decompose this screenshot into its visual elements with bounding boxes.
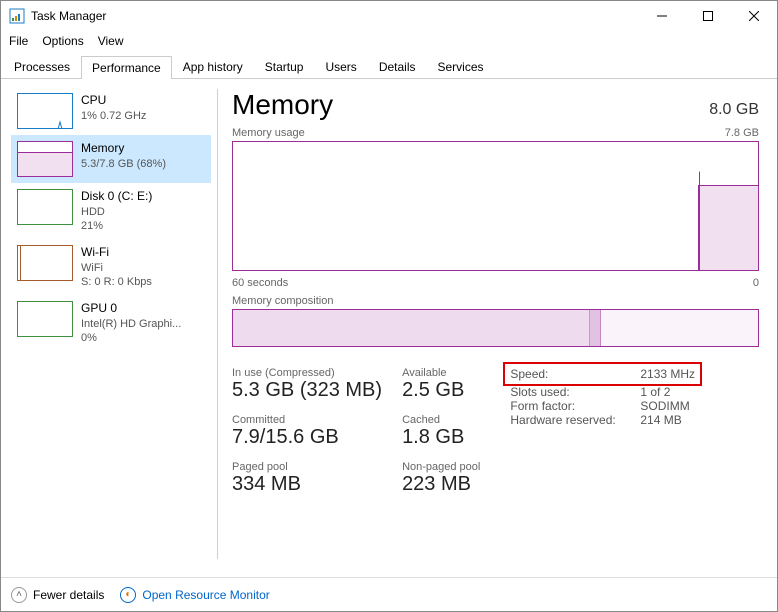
memory-title: Memory: [81, 141, 166, 157]
wifi-title: Wi-Fi: [81, 245, 152, 261]
nonpaged-value: 223 MB: [402, 473, 480, 496]
usage-label: Memory usage: [232, 127, 305, 139]
wifi-sub1: WiFi: [81, 261, 152, 275]
vertical-divider: [217, 89, 218, 559]
disk-title: Disk 0 (C: E:): [81, 189, 152, 205]
resource-monitor-icon: ◐: [120, 587, 136, 603]
sidebar-item-gpu[interactable]: GPU 0Intel(R) HD Graphi...0%: [11, 295, 211, 351]
speed-key: Speed:: [510, 367, 640, 381]
sidebar: CPU1% 0.72 GHz Memory5.3/7.8 GB (68%) Di…: [1, 79, 211, 569]
gpu-sub2: 0%: [81, 331, 181, 345]
wifi-thumbnail: [17, 245, 73, 281]
speed-row: Speed:2133 MHz: [506, 365, 699, 383]
minimize-button[interactable]: [639, 1, 685, 31]
menu-options[interactable]: Options: [42, 34, 83, 48]
menu-file[interactable]: File: [9, 34, 28, 48]
tab-startup[interactable]: Startup: [254, 55, 315, 78]
tab-services[interactable]: Services: [427, 55, 495, 78]
in-use-label: In use (Compressed): [232, 367, 382, 379]
in-use-value: 5.3 GB (323 MB): [232, 379, 382, 402]
fewer-details-button[interactable]: ˄ Fewer details: [11, 587, 104, 603]
app-icon: [9, 8, 25, 24]
xaxis-left: 60 seconds: [232, 277, 288, 289]
cpu-thumbnail: [17, 93, 73, 129]
slots-value: 1 of 2: [640, 385, 670, 399]
fewer-details-label: Fewer details: [33, 588, 104, 602]
disk-thumbnail: [17, 189, 73, 225]
sidebar-item-cpu[interactable]: CPU1% 0.72 GHz: [11, 87, 211, 135]
tab-bar: Processes Performance App history Startu…: [1, 55, 777, 79]
memory-info-table: Speed:2133 MHz Slots used:1 of 2 Form fa…: [510, 367, 695, 496]
close-button[interactable]: [731, 1, 777, 31]
available-value: 2.5 GB: [402, 379, 480, 402]
sidebar-item-wifi[interactable]: Wi-FiWiFiS: 0 R: 0 Kbps: [11, 239, 211, 295]
open-resource-monitor-link[interactable]: ◐ Open Resource Monitor: [120, 587, 269, 603]
tab-details[interactable]: Details: [368, 55, 427, 78]
gpu-sub1: Intel(R) HD Graphi...: [81, 317, 181, 331]
cached-label: Cached: [402, 414, 480, 426]
composition-label: Memory composition: [232, 295, 333, 307]
form-value: SODIMM: [640, 399, 689, 413]
disk-sub2: 21%: [81, 219, 152, 233]
reserved-value: 214 MB: [640, 413, 681, 427]
nonpaged-label: Non-paged pool: [402, 461, 480, 473]
titlebar: Task Manager: [1, 1, 777, 31]
footer: ˄ Fewer details ◐ Open Resource Monitor: [1, 577, 777, 611]
tab-users[interactable]: Users: [314, 55, 367, 78]
menu-view[interactable]: View: [98, 34, 124, 48]
paged-value: 334 MB: [232, 473, 382, 496]
disk-sub1: HDD: [81, 205, 152, 219]
gpu-title: GPU 0: [81, 301, 181, 317]
maximize-button[interactable]: [685, 1, 731, 31]
speed-value: 2133 MHz: [640, 367, 695, 381]
tab-performance[interactable]: Performance: [81, 56, 172, 79]
cached-value: 1.8 GB: [402, 426, 480, 449]
chevron-up-icon: ˄: [11, 587, 27, 603]
memory-thumbnail: [17, 141, 73, 177]
committed-value: 7.9/15.6 GB: [232, 426, 382, 449]
gpu-thumbnail: [17, 301, 73, 337]
memory-sub: 5.3/7.8 GB (68%): [81, 157, 166, 171]
sidebar-item-disk[interactable]: Disk 0 (C: E:)HDD21%: [11, 183, 211, 239]
available-label: Available: [402, 367, 480, 379]
tab-processes[interactable]: Processes: [3, 55, 81, 78]
content-pane: Memory 8.0 GB Memory usage 7.8 GB 60 seco…: [224, 79, 777, 569]
committed-label: Committed: [232, 414, 382, 426]
form-key: Form factor:: [510, 399, 640, 413]
reserved-key: Hardware reserved:: [510, 413, 640, 427]
xaxis-right: 0: [753, 277, 759, 289]
cpu-title: CPU: [81, 93, 146, 109]
cpu-sub: 1% 0.72 GHz: [81, 109, 146, 123]
tab-app-history[interactable]: App history: [172, 55, 254, 78]
menubar: File Options View: [1, 31, 777, 51]
slots-key: Slots used:: [510, 385, 640, 399]
sidebar-item-memory[interactable]: Memory5.3/7.8 GB (68%): [11, 135, 211, 183]
page-title: Memory: [232, 89, 333, 121]
paged-label: Paged pool: [232, 461, 382, 473]
wifi-sub2: S: 0 R: 0 Kbps: [81, 275, 152, 289]
usage-max: 7.8 GB: [725, 127, 759, 139]
memory-composition-chart: [232, 309, 759, 347]
resource-monitor-label: Open Resource Monitor: [142, 588, 269, 602]
memory-total: 8.0 GB: [709, 101, 759, 119]
memory-usage-chart: [232, 141, 759, 271]
